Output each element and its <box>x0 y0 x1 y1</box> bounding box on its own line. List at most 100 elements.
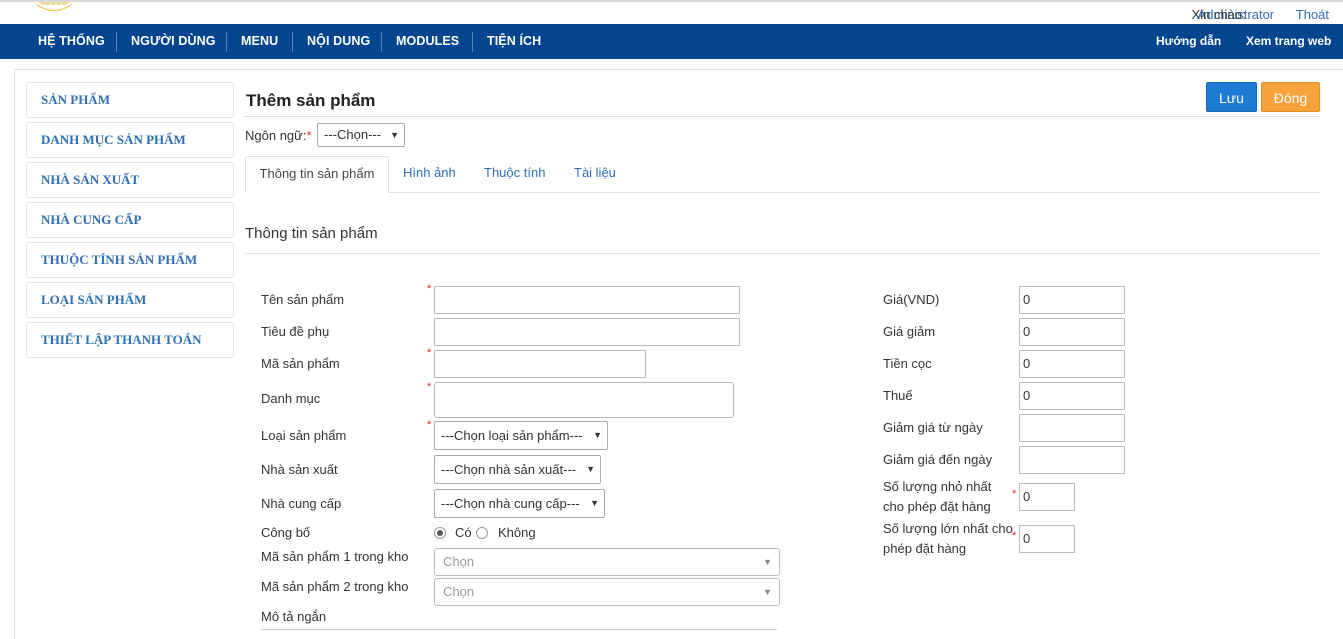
nav-divider <box>292 32 293 52</box>
publish-label: Công bố <box>261 525 311 540</box>
sidebar-item-manufacturers[interactable]: NHÀ SẢN XUẤT <box>26 162 234 198</box>
sidebar-item-product-types[interactable]: LOẠI SẢN PHẨM <box>26 282 234 318</box>
stock-code-2-select[interactable]: Chọn ▼ <box>434 578 780 606</box>
supplier-label: Nhà cung cấp <box>261 496 342 511</box>
product-code-input[interactable] <box>434 350 646 378</box>
product-type-select-value: ---Chọn loại sản phẩm--- <box>441 428 583 443</box>
nav-help-link[interactable]: Hướng dẫn <box>1156 24 1221 59</box>
chevron-down-icon: ▼ <box>593 430 602 440</box>
tab-product-info[interactable]: Thông tin sản phẩm <box>245 156 389 193</box>
min-qty-label: Số lượng nhỏ nhất cho phép đặt hàng <box>883 479 991 515</box>
required-marker: * <box>427 283 432 295</box>
required-marker: * <box>306 128 312 143</box>
chevron-down-icon: ▼ <box>763 557 772 567</box>
tax-label: Thuế <box>883 388 913 403</box>
nav-item-content[interactable]: NỘI DUNG <box>307 24 370 59</box>
publish-no-label: Không <box>498 525 536 540</box>
save-button[interactable]: Lưu <box>1206 82 1257 112</box>
short-description-label: Mô tả ngắn <box>261 609 327 624</box>
min-qty-input[interactable]: 0 <box>1019 483 1075 511</box>
language-select-value: ---Chọn--- <box>324 127 382 142</box>
max-qty-label: Số lượng lớn nhất cho phép đặt hàng <box>883 521 1013 557</box>
discount-to-label: Giảm giá đến ngày <box>883 452 993 467</box>
supplier-select[interactable]: ---Chọn nhà cung cấp--- ▼ <box>434 489 605 518</box>
nav-item-system[interactable]: HỆ THỐNG <box>38 24 105 59</box>
required-marker: * <box>427 381 432 393</box>
section-divider <box>245 253 1320 254</box>
main-nav: HỆ THỐNG NGƯỜI DÙNG MENU NỘI DUNG MODULE… <box>0 24 1343 59</box>
tax-input[interactable]: 0 <box>1019 382 1125 410</box>
product-name-input[interactable] <box>434 286 740 314</box>
discount-price-input[interactable]: 0 <box>1019 318 1125 346</box>
nav-item-utilities[interactable]: TIỆN ÍCH <box>487 24 541 59</box>
manufacturer-select-value: ---Chọn nhà sản xuất--- <box>441 462 577 477</box>
nav-item-modules[interactable]: MODULES <box>396 24 459 59</box>
tab-documents[interactable]: Tài liệu <box>574 156 616 193</box>
chevron-down-icon: ▼ <box>390 130 399 140</box>
max-qty-label-line1: Số lượng lớn nhất cho <box>883 521 1013 536</box>
site-logo-icon <box>34 1 74 12</box>
tab-images[interactable]: Hình ảnh <box>403 156 456 193</box>
product-type-label: Loại sản phẩm <box>261 428 347 443</box>
nav-divider <box>472 32 473 52</box>
sidebar-item-product-categories[interactable]: DANH MỤC SẢN PHẨM <box>26 122 234 158</box>
publish-yes-label: Có <box>455 525 472 540</box>
stock-code-1-select[interactable]: Chọn ▼ <box>434 548 780 576</box>
sidebar-item-suppliers[interactable]: NHÀ CUNG CẤP <box>26 202 234 238</box>
nav-item-users[interactable]: NGƯỜI DÙNG <box>131 24 216 59</box>
deposit-label: Tiền cọc <box>883 356 932 371</box>
deposit-input[interactable]: 0 <box>1019 350 1125 378</box>
user-greeting: Xin chào: Administrator Thoát <box>1192 7 1329 22</box>
sidebar-item-product-attributes[interactable]: THUỘC TÍNH SẢN PHẨM <box>26 242 234 278</box>
tab-attributes[interactable]: Thuộc tính <box>484 156 545 193</box>
nav-item-menu[interactable]: MENU <box>241 24 278 59</box>
max-qty-label-line2: phép đặt hàng <box>883 541 967 556</box>
discount-to-date-input[interactable] <box>1019 446 1125 474</box>
nav-divider <box>116 32 117 52</box>
required-marker: * <box>1012 530 1017 542</box>
subtitle-input[interactable] <box>434 318 740 346</box>
min-qty-label-line2: cho phép đặt hàng <box>883 499 991 514</box>
chevron-down-icon: ▼ <box>586 464 595 474</box>
language-select[interactable]: ---Chọn--- ▼ <box>317 123 405 147</box>
required-marker: * <box>427 419 432 431</box>
category-label: Danh mục <box>261 391 321 406</box>
language-label: Ngôn ngữ:* <box>245 128 312 143</box>
product-name-label: Tên sản phẩm <box>261 292 345 307</box>
manufacturer-select[interactable]: ---Chọn nhà sản xuất--- ▼ <box>434 455 601 484</box>
logout-link[interactable]: Thoát <box>1296 7 1329 22</box>
discount-from-label: Giảm giá từ ngày <box>883 420 983 435</box>
category-multiselect[interactable] <box>434 382 734 418</box>
chevron-down-icon: ▼ <box>590 498 599 508</box>
nav-view-site-link[interactable]: Xem trang web <box>1246 24 1331 59</box>
chevron-down-icon: ▼ <box>763 587 772 597</box>
title-divider <box>245 116 1320 117</box>
nav-divider <box>226 32 227 52</box>
sidebar-item-products[interactable]: SẢN PHẨM <box>26 82 234 118</box>
language-label-text: Ngôn ngữ: <box>245 128 307 143</box>
product-type-select[interactable]: ---Chọn loại sản phẩm--- ▼ <box>434 421 608 450</box>
stock-code-2-label: Mã sản phẩm 2 trong kho <box>261 579 409 594</box>
manufacturer-label: Nhà sản xuất <box>261 462 338 477</box>
publish-no-radio[interactable] <box>476 527 488 539</box>
stock-code-1-label: Mã sản phẩm 1 trong kho <box>261 549 409 564</box>
section-title: Thông tin sản phẩm <box>245 225 378 242</box>
max-qty-input[interactable]: 0 <box>1019 525 1075 553</box>
publish-yes-radio[interactable] <box>434 527 446 539</box>
nav-divider <box>381 32 382 52</box>
required-marker: * <box>427 347 432 359</box>
min-qty-label-line1: Số lượng nhỏ nhất <box>883 479 992 494</box>
discount-from-date-input[interactable] <box>1019 414 1125 442</box>
stock-code-2-select-value: Chọn <box>443 584 475 599</box>
supplier-select-value: ---Chọn nhà cung cấp--- <box>441 496 580 511</box>
discount-price-label: Giá giảm <box>883 324 936 339</box>
top-bar: Xin chào: Administrator Thoát <box>0 0 1343 24</box>
price-input[interactable]: 0 <box>1019 286 1125 314</box>
greeting-label: Xin chào: <box>1191 7 1246 22</box>
close-button[interactable]: Đóng <box>1261 82 1320 112</box>
required-marker: * <box>1012 488 1017 500</box>
stock-code-1-select-value: Chọn <box>443 554 475 569</box>
sidebar-item-payment-settings[interactable]: THIẾT LẬP THANH TOÁN <box>26 322 234 358</box>
product-code-label: Mã sản phẩm <box>261 356 340 371</box>
price-label: Giá(VND) <box>883 292 940 307</box>
